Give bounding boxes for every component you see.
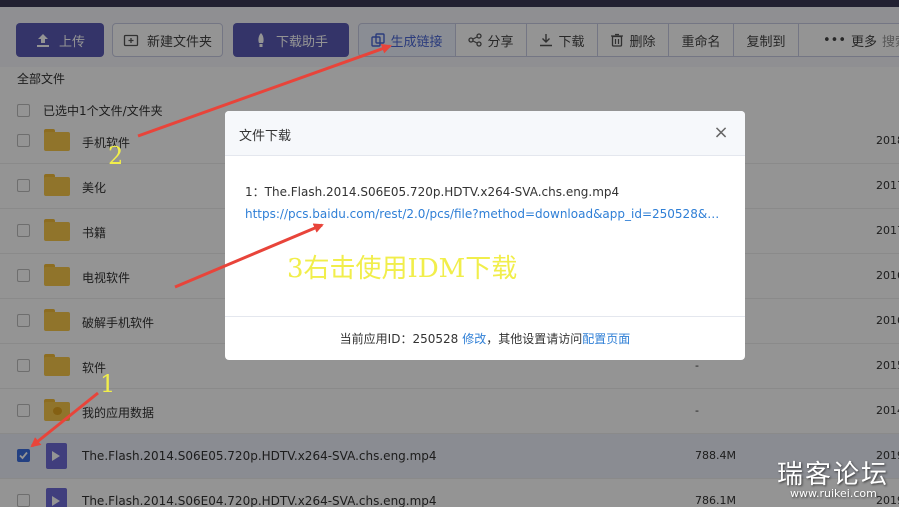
watermark-logo: 瑞客论坛 <box>777 460 890 490</box>
arrow-step1 <box>30 391 99 448</box>
annotation-step2: 2 <box>108 142 124 170</box>
arrow-step3 <box>174 223 324 289</box>
annotation-arrows <box>30 43 392 448</box>
arrow-step2 <box>137 43 392 138</box>
annotation-step1: 1 <box>100 370 116 398</box>
watermark-url: www.ruikei.com <box>790 487 877 500</box>
